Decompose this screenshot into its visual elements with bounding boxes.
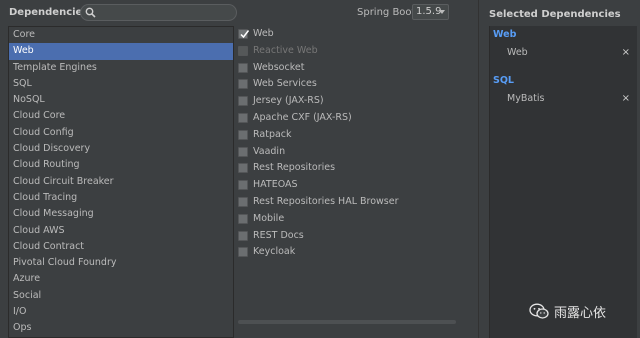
dependency-checkbox[interactable] (238, 62, 248, 73)
horizontal-scrollbar[interactable] (238, 320, 456, 324)
dependency-item[interactable]: Mobile (234, 211, 458, 228)
dependency-label: Apache CXF (JAX-RS) (253, 111, 352, 123)
category-item[interactable]: Cloud Tracing (9, 190, 233, 206)
dependency-label: Web (253, 28, 274, 39)
search-icon (85, 7, 96, 18)
category-item[interactable]: Cloud Contract (9, 239, 233, 255)
spring-boot-version-select[interactable]: 1.5.9 (412, 4, 449, 20)
dependency-label: Reactive Web (253, 44, 318, 56)
chevron-down-icon (439, 10, 445, 14)
category-item[interactable]: Social (9, 288, 233, 304)
dependency-checkbox[interactable] (238, 79, 248, 90)
dependency-checkbox[interactable] (238, 247, 248, 258)
category-item[interactable]: Pivotal Cloud Foundry (9, 255, 233, 271)
dependency-label: Ratpack (253, 128, 292, 140)
panel-divider (478, 0, 479, 338)
spring-boot-label: Spring Boot (357, 7, 416, 18)
category-item[interactable]: Cloud Config (9, 125, 233, 141)
dependency-item: Reactive Web (234, 43, 458, 60)
dependency-item[interactable]: Rest Repositories HAL Browser (234, 194, 458, 211)
selected-dependencies-panel: Web Web × SQL MyBatis × (489, 26, 637, 338)
selected-group-header: SQL (493, 75, 514, 86)
selected-group-header: Web (493, 29, 517, 40)
dependency-list: Web Reactive Web Websocket Web Services Jers… (234, 26, 458, 322)
watermark: 雨露心依 (529, 302, 607, 321)
remove-dependency-button[interactable]: × (622, 47, 630, 58)
selected-dependency-item: Web (507, 47, 528, 58)
dependency-item[interactable]: Web Services (234, 76, 458, 93)
dependency-checkbox[interactable] (238, 112, 248, 123)
dependency-checkbox[interactable] (238, 180, 248, 191)
category-item[interactable]: Cloud Routing (9, 157, 233, 173)
dependency-label: REST Docs (253, 229, 304, 241)
watermark-text: 雨露心依 (554, 305, 607, 321)
dependency-item[interactable]: Vaadin (234, 144, 458, 161)
dependency-item[interactable]: Rest Repositories (234, 160, 458, 177)
category-item[interactable]: Cloud Discovery (9, 141, 233, 157)
dependency-label: Rest Repositories (253, 162, 336, 174)
search-input[interactable] (99, 6, 231, 19)
dependency-checkbox[interactable] (238, 96, 248, 107)
search-box[interactable] (80, 4, 237, 21)
dependency-checkbox[interactable] (238, 163, 248, 174)
dependency-label: Vaadin (253, 145, 286, 157)
category-item[interactable]: Ops (9, 320, 233, 336)
selected-dependency-item: MyBatis (507, 93, 545, 104)
dependency-item[interactable]: Jersey (JAX-RS) (234, 93, 458, 110)
checkmark-icon (240, 30, 250, 39)
category-item[interactable]: Azure (9, 271, 233, 287)
category-item[interactable]: SQL (9, 76, 233, 92)
category-item[interactable]: Template Engines (9, 60, 233, 76)
dependency-item[interactable]: Apache CXF (JAX-RS) (234, 110, 458, 127)
dependency-checkbox[interactable] (238, 213, 248, 224)
dependency-checkbox[interactable] (238, 196, 248, 207)
remove-dependency-button[interactable]: × (622, 93, 630, 104)
dependency-item[interactable]: Ratpack (234, 127, 458, 144)
category-item[interactable]: Core (9, 27, 233, 43)
dependency-item[interactable]: Websocket (234, 60, 458, 77)
dependency-item[interactable]: Web (234, 26, 458, 43)
dependency-item[interactable]: HATEOAS (234, 177, 458, 194)
category-list: Core Web Template Engines SQL NoSQL Cloud Cor… (8, 26, 234, 338)
selected-dependencies-title: Selected Dependencies (489, 9, 621, 20)
dependency-label: Websocket (253, 61, 305, 73)
dependency-label: Keycloak (253, 246, 296, 258)
dependency-checkbox[interactable] (238, 230, 248, 241)
dependency-item[interactable]: REST Docs (234, 228, 458, 245)
dependency-checkbox[interactable] (238, 146, 248, 157)
dependency-label: HATEOAS (253, 179, 298, 191)
dependency-label: Rest Repositories HAL Browser (253, 195, 399, 207)
dependency-label: Mobile (253, 212, 285, 224)
category-item[interactable]: Cloud AWS (9, 223, 233, 239)
dependency-checkbox (238, 45, 248, 56)
dependencies-title: Dependencies (9, 7, 89, 18)
spring-boot-version-value: 1.5.9 (416, 6, 442, 17)
category-item[interactable]: Web (9, 43, 233, 60)
wechat-icon (529, 303, 549, 319)
category-item[interactable]: NoSQL (9, 92, 233, 108)
category-item[interactable]: Cloud Core (9, 108, 233, 124)
category-item[interactable]: I/O (9, 304, 233, 320)
dependency-item[interactable]: Keycloak (234, 244, 458, 261)
dependency-checkbox[interactable] (238, 129, 248, 140)
category-item[interactable]: Cloud Circuit Breaker (9, 174, 233, 190)
dependency-label: Web Services (253, 78, 317, 90)
category-item[interactable]: Cloud Messaging (9, 206, 233, 222)
dependency-checkbox[interactable] (238, 29, 250, 39)
dependency-label: Jersey (JAX-RS) (253, 95, 324, 107)
